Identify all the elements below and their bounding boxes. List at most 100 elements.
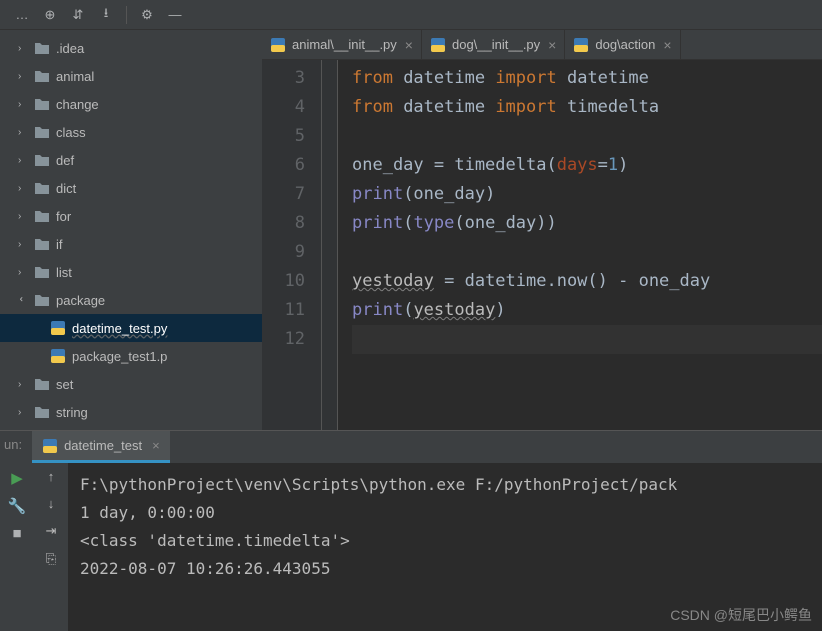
run-toolbar-left: ▶ 🔧 ■: [0, 463, 34, 631]
code-line[interactable]: yestoday = datetime.now() - one_day: [352, 267, 822, 296]
folder-icon: [34, 69, 50, 83]
chevron-icon: ⌄: [18, 295, 28, 305]
tree-item-label: change: [56, 97, 99, 112]
chevron-icon: ›: [18, 43, 28, 53]
watermark: CSDN @短尾巴小鳄鱼: [670, 605, 812, 625]
close-icon[interactable]: ×: [405, 37, 413, 53]
folder-icon: [34, 377, 50, 391]
chevron-icon: ›: [18, 239, 28, 249]
tree-item-label: class: [56, 125, 86, 140]
run-toolbar-arrows: ↑ ↓ ⇥ ⎘: [34, 463, 68, 631]
tree-folder-set[interactable]: › set: [0, 370, 262, 398]
code-line[interactable]: [352, 238, 822, 267]
tree-folder-package[interactable]: ⌄ package: [0, 286, 262, 314]
python-icon: [42, 438, 58, 454]
folder-icon: [34, 293, 50, 307]
folder-icon: [34, 41, 50, 55]
tree-item-label: package: [56, 293, 105, 308]
close-icon[interactable]: ×: [663, 37, 671, 53]
target-icon[interactable]: ⊕: [38, 3, 62, 27]
chevron-icon: ›: [18, 211, 28, 221]
python-icon: [573, 37, 589, 53]
code-line[interactable]: print(yestoday): [352, 296, 822, 325]
tree-item-label: datetime_test.py: [72, 321, 167, 336]
project-toolbar: … ⊕ ⇵ ⭳ ⚙ —: [0, 0, 822, 30]
folder-icon: [34, 405, 50, 419]
chevron-icon: ›: [18, 155, 28, 165]
code-line[interactable]: from datetime import timedelta: [352, 93, 822, 122]
tree-folder-def[interactable]: › def: [0, 146, 262, 174]
code-line[interactable]: from datetime import datetime: [352, 64, 822, 93]
up-icon[interactable]: ↑: [48, 469, 55, 484]
tree-folder-for[interactable]: › for: [0, 202, 262, 230]
chevron-icon: ›: [18, 407, 28, 417]
tree-item-label: string: [56, 405, 88, 420]
ellipsis-icon[interactable]: …: [10, 3, 34, 27]
code-line[interactable]: [352, 325, 822, 354]
export-icon[interactable]: ⎘: [46, 551, 56, 567]
collapse-icon[interactable]: ⭳: [94, 3, 118, 27]
stop-icon[interactable]: ■: [12, 525, 21, 542]
tree-folder-if[interactable]: › if: [0, 230, 262, 258]
python-icon: [50, 320, 66, 336]
tree-item-label: def: [56, 153, 74, 168]
chevron-icon: ›: [18, 99, 28, 109]
run-tab[interactable]: datetime_test ×: [32, 431, 170, 463]
tree-folder-dict[interactable]: › dict: [0, 174, 262, 202]
tree-item-label: dict: [56, 181, 76, 196]
code-editor[interactable]: from datetime import datetimefrom dateti…: [338, 60, 822, 430]
close-icon[interactable]: ×: [548, 37, 556, 53]
line-gutter: 3456789101112: [262, 60, 322, 430]
editor-tab[interactable]: dog\action ×: [565, 30, 680, 59]
divider: [126, 6, 127, 24]
tree-item-label: if: [56, 237, 63, 252]
tab-label: dog\__init__.py: [452, 37, 540, 52]
tree-item-label: animal: [56, 69, 94, 84]
tree-item-label: list: [56, 265, 72, 280]
editor-tab[interactable]: dog\__init__.py ×: [422, 30, 565, 59]
chevron-icon: ›: [18, 71, 28, 81]
folder-icon: [34, 125, 50, 139]
down-icon[interactable]: ↓: [48, 496, 55, 511]
play-icon[interactable]: ▶: [11, 469, 23, 487]
wrench-icon[interactable]: 🔧: [8, 497, 27, 515]
chevron-icon: ›: [18, 379, 28, 389]
tree-file[interactable]: datetime_test.py: [0, 314, 262, 342]
tree-folder-string[interactable]: › string: [0, 398, 262, 426]
filter-icon[interactable]: ⇵: [66, 3, 90, 27]
tree-file[interactable]: package_test1.p: [0, 342, 262, 370]
folder-icon: [34, 265, 50, 279]
editor-tab[interactable]: animal\__init__.py ×: [262, 30, 422, 59]
tree-folder-class[interactable]: › class: [0, 118, 262, 146]
run-label: un:: [0, 431, 32, 463]
tree-folder-list[interactable]: › list: [0, 258, 262, 286]
wrap-icon[interactable]: ⇥: [46, 523, 57, 539]
tab-label: dog\action: [595, 37, 655, 52]
chevron-icon: ›: [18, 267, 28, 277]
close-icon[interactable]: ×: [152, 438, 160, 453]
folder-icon: [34, 237, 50, 251]
code-line[interactable]: print(type(one_day)): [352, 209, 822, 238]
tree-folder-change[interactable]: › change: [0, 90, 262, 118]
chevron-icon: ›: [18, 183, 28, 193]
python-icon: [270, 37, 286, 53]
tree-item-label: for: [56, 209, 71, 224]
python-icon: [430, 37, 446, 53]
chevron-icon: ›: [18, 127, 28, 137]
folder-icon: [34, 181, 50, 195]
minimize-icon[interactable]: —: [163, 3, 187, 27]
code-line[interactable]: one_day = timedelta(days=1): [352, 151, 822, 180]
tree-item-label: set: [56, 377, 73, 392]
tree-item-label: package_test1.p: [72, 349, 167, 364]
python-icon: [50, 348, 66, 364]
tree-folder-animal[interactable]: › animal: [0, 62, 262, 90]
fold-column: [322, 60, 338, 430]
run-tab-label: datetime_test: [64, 438, 142, 453]
project-tree[interactable]: › .idea› animal› change› class› def› dic…: [0, 30, 262, 430]
tree-folder-.idea[interactable]: › .idea: [0, 34, 262, 62]
gear-icon[interactable]: ⚙: [135, 3, 159, 27]
folder-icon: [34, 209, 50, 223]
code-line[interactable]: print(one_day): [352, 180, 822, 209]
code-line[interactable]: [352, 122, 822, 151]
folder-icon: [34, 153, 50, 167]
